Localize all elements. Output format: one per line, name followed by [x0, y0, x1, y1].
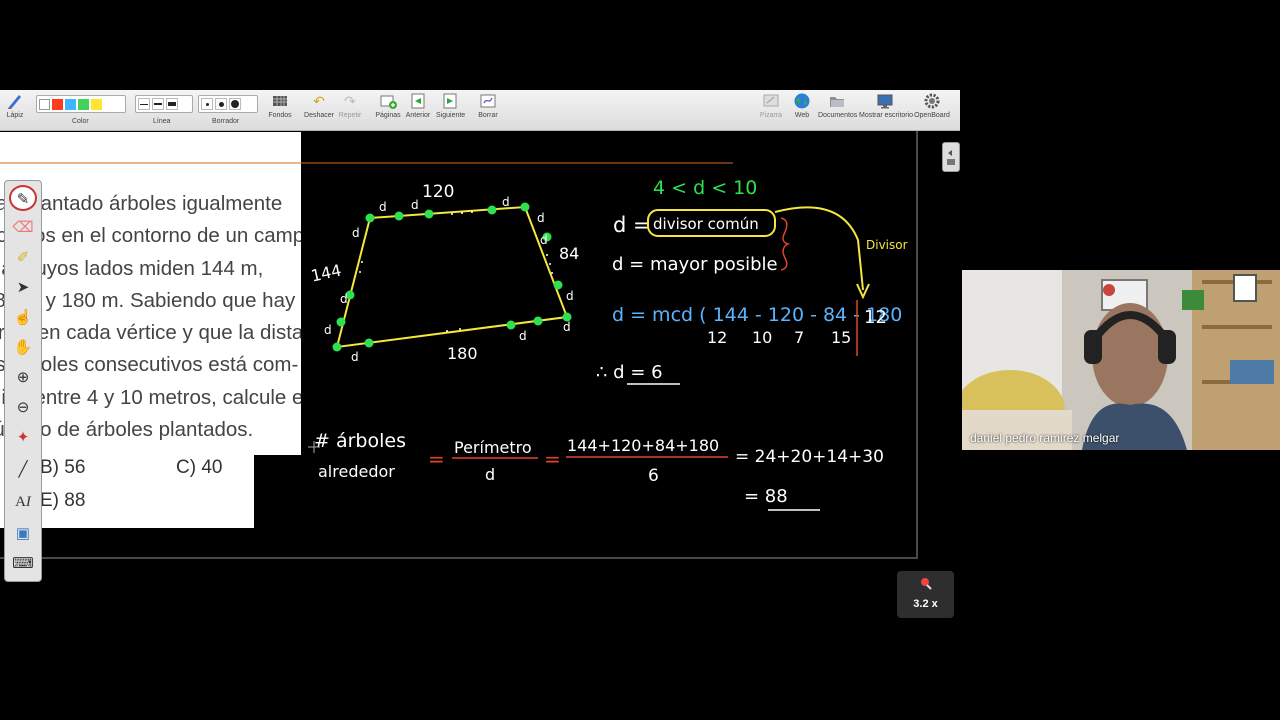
- dist-label: d: [411, 198, 419, 212]
- dist-label: d: [537, 211, 545, 225]
- side-bottom-label: 180: [447, 344, 478, 363]
- pen-tool-button[interactable]: ✎: [9, 185, 37, 211]
- capture-tool-button[interactable]: ▣: [9, 521, 37, 547]
- dist-label: d: [540, 233, 548, 247]
- tree-point: [533, 316, 543, 326]
- capture-icon: ▣: [15, 525, 31, 542]
- dist-label: d: [352, 226, 360, 240]
- distance-labels: d d d d d d d d d d d d: [324, 195, 574, 364]
- mcd-divisor: 12: [864, 307, 887, 328]
- ellipsis-dots: [359, 211, 553, 332]
- dist-label: d: [519, 329, 527, 343]
- arrow-line: [774, 206, 864, 291]
- perimeter-label: Perímetro: [454, 438, 532, 457]
- eraser-tool-button[interactable]: ⌫: [9, 215, 37, 241]
- side-left-label: 144: [309, 261, 343, 286]
- quotient: 15: [831, 328, 851, 347]
- tree-point: [394, 211, 404, 221]
- tree-point: [506, 320, 516, 330]
- quotient: 12: [707, 328, 727, 347]
- side-right-label: 84: [559, 244, 579, 263]
- magnifier-icon: [920, 578, 932, 590]
- arboles-line2: alrededor: [318, 462, 395, 481]
- equals-sign: =: [428, 447, 445, 471]
- quotient: 7: [794, 328, 804, 347]
- perimeter-den: d: [485, 465, 495, 484]
- def2-text: d = mayor posible: [612, 254, 778, 275]
- dist-label: d: [563, 320, 571, 334]
- condition-text: 4 < d < 10: [653, 177, 757, 199]
- dist-label: d: [340, 292, 348, 306]
- participant-name: daniel pedro ramirez melgar: [970, 431, 1120, 445]
- text-tool-button[interactable]: AI: [9, 489, 37, 515]
- brace-mark: [780, 217, 791, 271]
- divisor-note: Divisor: [866, 238, 908, 252]
- zoom-in-button[interactable]: ⊕: [9, 365, 37, 391]
- marker-tool-button[interactable]: ✐: [9, 245, 37, 271]
- equals-sign: =: [544, 447, 561, 471]
- quotient: 10: [752, 328, 772, 347]
- tree-point: [365, 213, 375, 223]
- eraser-icon: ⌫: [12, 219, 34, 236]
- pan-tool-button[interactable]: ✋: [9, 335, 37, 361]
- trapezoid-shape: [335, 205, 569, 349]
- laser-pointer-icon: ✦: [16, 429, 30, 446]
- hand-icon: ✋: [13, 339, 33, 356]
- zoom-out-button[interactable]: ⊖: [9, 395, 37, 421]
- mcd-expression: d = mcd ( 144 - 120 - 84 - 180: [612, 304, 902, 326]
- tree-point: [424, 209, 434, 219]
- keyboard-button[interactable]: ⌨: [9, 551, 37, 577]
- dist-label: d: [351, 350, 359, 364]
- final-result: = 88: [744, 486, 788, 507]
- line-icon: ╱: [18, 461, 28, 478]
- text-icon: AI: [15, 494, 31, 510]
- hand-pointer-icon: ☝: [13, 309, 33, 326]
- tree-point: [332, 342, 342, 352]
- pen-icon: ✎: [16, 191, 30, 208]
- tool-palette: ✎ ⌫ ✐ ➤ ☝ ✋ ⊕ ⊖ ✦ ╱ AI ▣ ⌨: [4, 180, 42, 582]
- dist-label: d: [502, 195, 510, 209]
- arboles-line1: # árboles: [314, 430, 406, 452]
- dist-label: d: [566, 289, 574, 303]
- fraction-denominator: 6: [648, 466, 659, 486]
- zoom-level: 3.2 x: [913, 598, 938, 610]
- arrow-cursor-icon: ➤: [16, 279, 30, 296]
- sum-expression: = 24+20+14+30: [735, 447, 884, 467]
- tree-point: [487, 205, 497, 215]
- side-top-label: 120: [422, 182, 454, 202]
- def1-rhs: divisor común: [653, 215, 759, 233]
- webcam-scene: [962, 270, 1280, 450]
- dist-label: d: [379, 200, 387, 214]
- keyboard-icon: ⌨: [12, 555, 34, 572]
- interact-tool-button[interactable]: ☝: [9, 305, 37, 331]
- handwriting-layer: d d d d d d d d d d d d 120 144 84 180 4…: [0, 162, 908, 511]
- laser-pointer-button[interactable]: ✦: [9, 425, 37, 451]
- fraction-numerator: 144+120+84+180: [567, 436, 719, 455]
- result-d: ∴ d = 6: [596, 362, 663, 383]
- tree-point: [553, 280, 563, 290]
- selector-tool-button[interactable]: ➤: [9, 275, 37, 301]
- dist-label: d: [324, 323, 332, 337]
- def1-lhs: d =: [613, 213, 651, 237]
- marker-icon: ✐: [16, 249, 30, 266]
- line-tool-button[interactable]: ╱: [9, 457, 37, 483]
- zoom-in-icon: ⊕: [16, 369, 30, 386]
- tree-point: [520, 202, 530, 212]
- tree-point: [364, 338, 374, 348]
- zoom-out-icon: ⊖: [16, 399, 30, 416]
- webcam-video: daniel pedro ramirez melgar: [962, 270, 1280, 450]
- zoom-indicator[interactable]: 3.2 x: [897, 571, 954, 618]
- tree-point: [336, 317, 346, 327]
